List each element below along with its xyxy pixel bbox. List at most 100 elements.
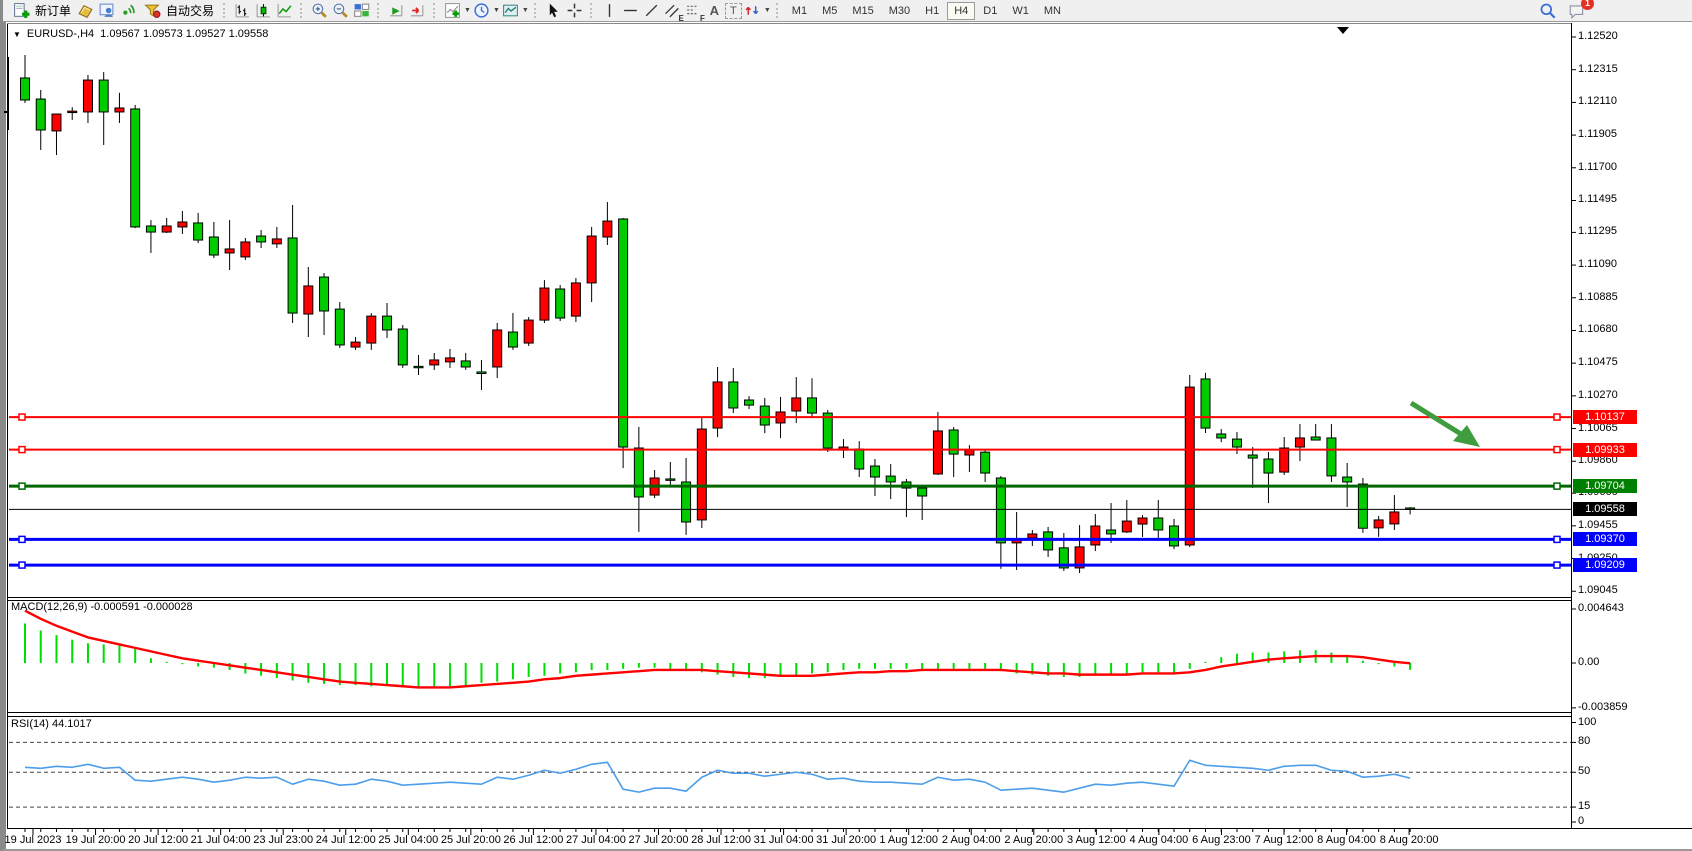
price-axis-tick: 1.11700	[1578, 161, 1617, 174]
fibonacci-tool-icon[interactable]: F	[683, 1, 704, 21]
notification-badge: 1	[1581, 0, 1594, 10]
time-axis-label: 3 Aug 12:00	[1067, 834, 1126, 846]
time-axis-label: 27 Jul 04:00	[566, 834, 626, 846]
auto-trading-button[interactable]: 自动交易	[138, 1, 218, 21]
text-label-tool-icon[interactable]: T	[725, 3, 742, 19]
rsi-label: RSI(14) 44.1017	[11, 718, 92, 730]
auto-trading-label: 自动交易	[166, 2, 214, 19]
rsi-axis-tick: 15	[1578, 800, 1590, 813]
macd-values: -0.000591 -0.000028	[90, 601, 192, 613]
time-axis-label: 7 Aug 12:00	[1255, 834, 1314, 846]
zoom-in-icon[interactable]	[309, 1, 330, 21]
timeframe-button-M30[interactable]: M30	[882, 2, 917, 20]
new-order-label: 新订单	[35, 2, 71, 19]
template-icon[interactable]	[500, 1, 521, 21]
horizontal-line-tool-icon[interactable]	[620, 1, 641, 21]
new-order-button[interactable]: 新订单	[7, 1, 75, 21]
cursor-icon[interactable]	[543, 1, 564, 21]
toolbar-separator	[534, 3, 538, 18]
accounts-icon[interactable]	[96, 1, 117, 21]
chart-canvas[interactable]	[3, 0, 1692, 851]
price-level-chip: 1.09558	[1573, 502, 1637, 516]
candlestick-mode-icon[interactable]	[253, 1, 274, 21]
time-axis-label: 4 Aug 04:00	[1130, 834, 1189, 846]
symbol-dropdown-icon[interactable]: ▼	[13, 30, 21, 39]
toolbar-separator	[223, 3, 227, 18]
rsi-name: RSI(14)	[11, 718, 49, 730]
chart-ohlc-readout: 1.09567 1.09573 1.09527 1.09558	[100, 28, 268, 40]
arrows-tool-icon[interactable]	[742, 1, 763, 21]
timeframe-button-M5[interactable]: M5	[815, 2, 844, 20]
time-axis-label: 24 Jul 12:00	[316, 834, 376, 846]
macd-axis-tick: 0.00	[1578, 656, 1599, 669]
time-axis-label: 27 Jul 20:00	[629, 834, 689, 846]
time-axis-label: 19 Jul 2023	[5, 834, 62, 846]
price-axis-tick: 1.10680	[1578, 323, 1618, 336]
timeframe-button-M1[interactable]: M1	[785, 2, 814, 20]
price-axis-tick: 1.11495	[1578, 193, 1617, 206]
arrows-dropdown-icon[interactable]: ▼	[764, 7, 771, 14]
tile-windows-icon[interactable]	[351, 1, 372, 21]
price-axis-tick: 1.10885	[1578, 291, 1618, 304]
indicators-icon[interactable]	[442, 1, 463, 21]
time-axis-label: 23 Jul 23:00	[253, 834, 313, 846]
template-dropdown-icon[interactable]: ▼	[522, 7, 529, 14]
timeframe-button-MN[interactable]: MN	[1037, 2, 1068, 20]
time-axis-label: 21 Jul 04:00	[191, 834, 251, 846]
rsi-axis-tick: 0	[1578, 815, 1584, 828]
time-axis-label: 28 Jul 12:00	[691, 834, 751, 846]
rsi-line	[25, 760, 1410, 792]
toolbar-separator	[590, 3, 594, 18]
bar-chart-mode-icon[interactable]	[232, 1, 253, 21]
time-axis-label: 6 Aug 23:00	[1192, 834, 1251, 846]
equidistant-channel-tool-icon[interactable]: E	[662, 1, 683, 21]
rsi-axis-tick: 50	[1578, 765, 1590, 778]
toolbar-right-group: 1	[1537, 1, 1587, 21]
price-level-chip: 1.09370	[1573, 532, 1637, 546]
timeframe-button-H1[interactable]: H1	[918, 2, 946, 20]
timeframe-button-W1[interactable]: W1	[1005, 2, 1036, 20]
price-axis-tick: 1.09455	[1578, 519, 1618, 532]
auto-scroll-icon[interactable]	[386, 1, 407, 21]
signal-icon[interactable]	[117, 1, 138, 21]
timeframe-button-D1[interactable]: D1	[976, 2, 1004, 20]
timeframe-button-M15[interactable]: M15	[845, 2, 880, 20]
price-axis-tick: 1.11090	[1578, 258, 1617, 271]
zoom-out-icon[interactable]	[330, 1, 351, 21]
toolbar-separator	[776, 3, 780, 18]
time-axis-label: 25 Jul 20:00	[441, 834, 501, 846]
toolbar-separator	[377, 3, 381, 18]
macd-axis-tick: -0.003859	[1578, 701, 1628, 714]
toolbar-separator	[300, 3, 304, 18]
macd-label: MACD(12,26,9) -0.000591 -0.000028	[11, 601, 193, 613]
period-icon[interactable]	[471, 1, 492, 21]
macd-name: MACD(12,26,9)	[11, 601, 87, 613]
time-axis-label: 2 Aug 20:00	[1004, 834, 1063, 846]
crosshair-icon[interactable]	[564, 1, 585, 21]
price-axis-tick: 1.12520	[1578, 30, 1618, 43]
price-axis-tick: 1.12110	[1578, 95, 1617, 108]
vertical-line-tool-icon[interactable]	[599, 1, 620, 21]
market-watch-icon[interactable]	[75, 1, 96, 21]
price-axis-tick: 1.10475	[1578, 356, 1618, 369]
chart-shift-icon[interactable]	[407, 1, 428, 21]
text-tool-icon[interactable]: A	[704, 1, 725, 21]
timeframe-toolbar: M1M5M15M30H1H4D1W1MN	[785, 2, 1068, 20]
chat-icon[interactable]: 1	[1566, 1, 1587, 21]
trendline-tool-icon[interactable]	[641, 1, 662, 21]
price-axis-tick: 1.11295	[1578, 225, 1617, 238]
time-axis-label: 31 Jul 04:00	[754, 834, 814, 846]
indicators-dropdown-icon[interactable]: ▼	[464, 7, 471, 14]
chart-symbol-period: EURUSD-,H4	[27, 28, 94, 40]
time-axis-label: 26 Jul 12:00	[503, 834, 563, 846]
line-chart-mode-icon[interactable]	[274, 1, 295, 21]
period-dropdown-icon[interactable]: ▼	[493, 7, 500, 14]
price-axis-tick: 1.12315	[1578, 63, 1618, 76]
timeframe-button-H4[interactable]: H4	[947, 2, 975, 20]
price-axis-tick: 1.10270	[1578, 389, 1618, 402]
search-icon[interactable]	[1537, 1, 1558, 21]
price-level-chip: 1.09704	[1573, 479, 1637, 493]
auto-trading-icon	[142, 1, 163, 21]
price-axis-tick: 1.11905	[1578, 128, 1617, 141]
price-level-chip: 1.10137	[1573, 410, 1637, 424]
